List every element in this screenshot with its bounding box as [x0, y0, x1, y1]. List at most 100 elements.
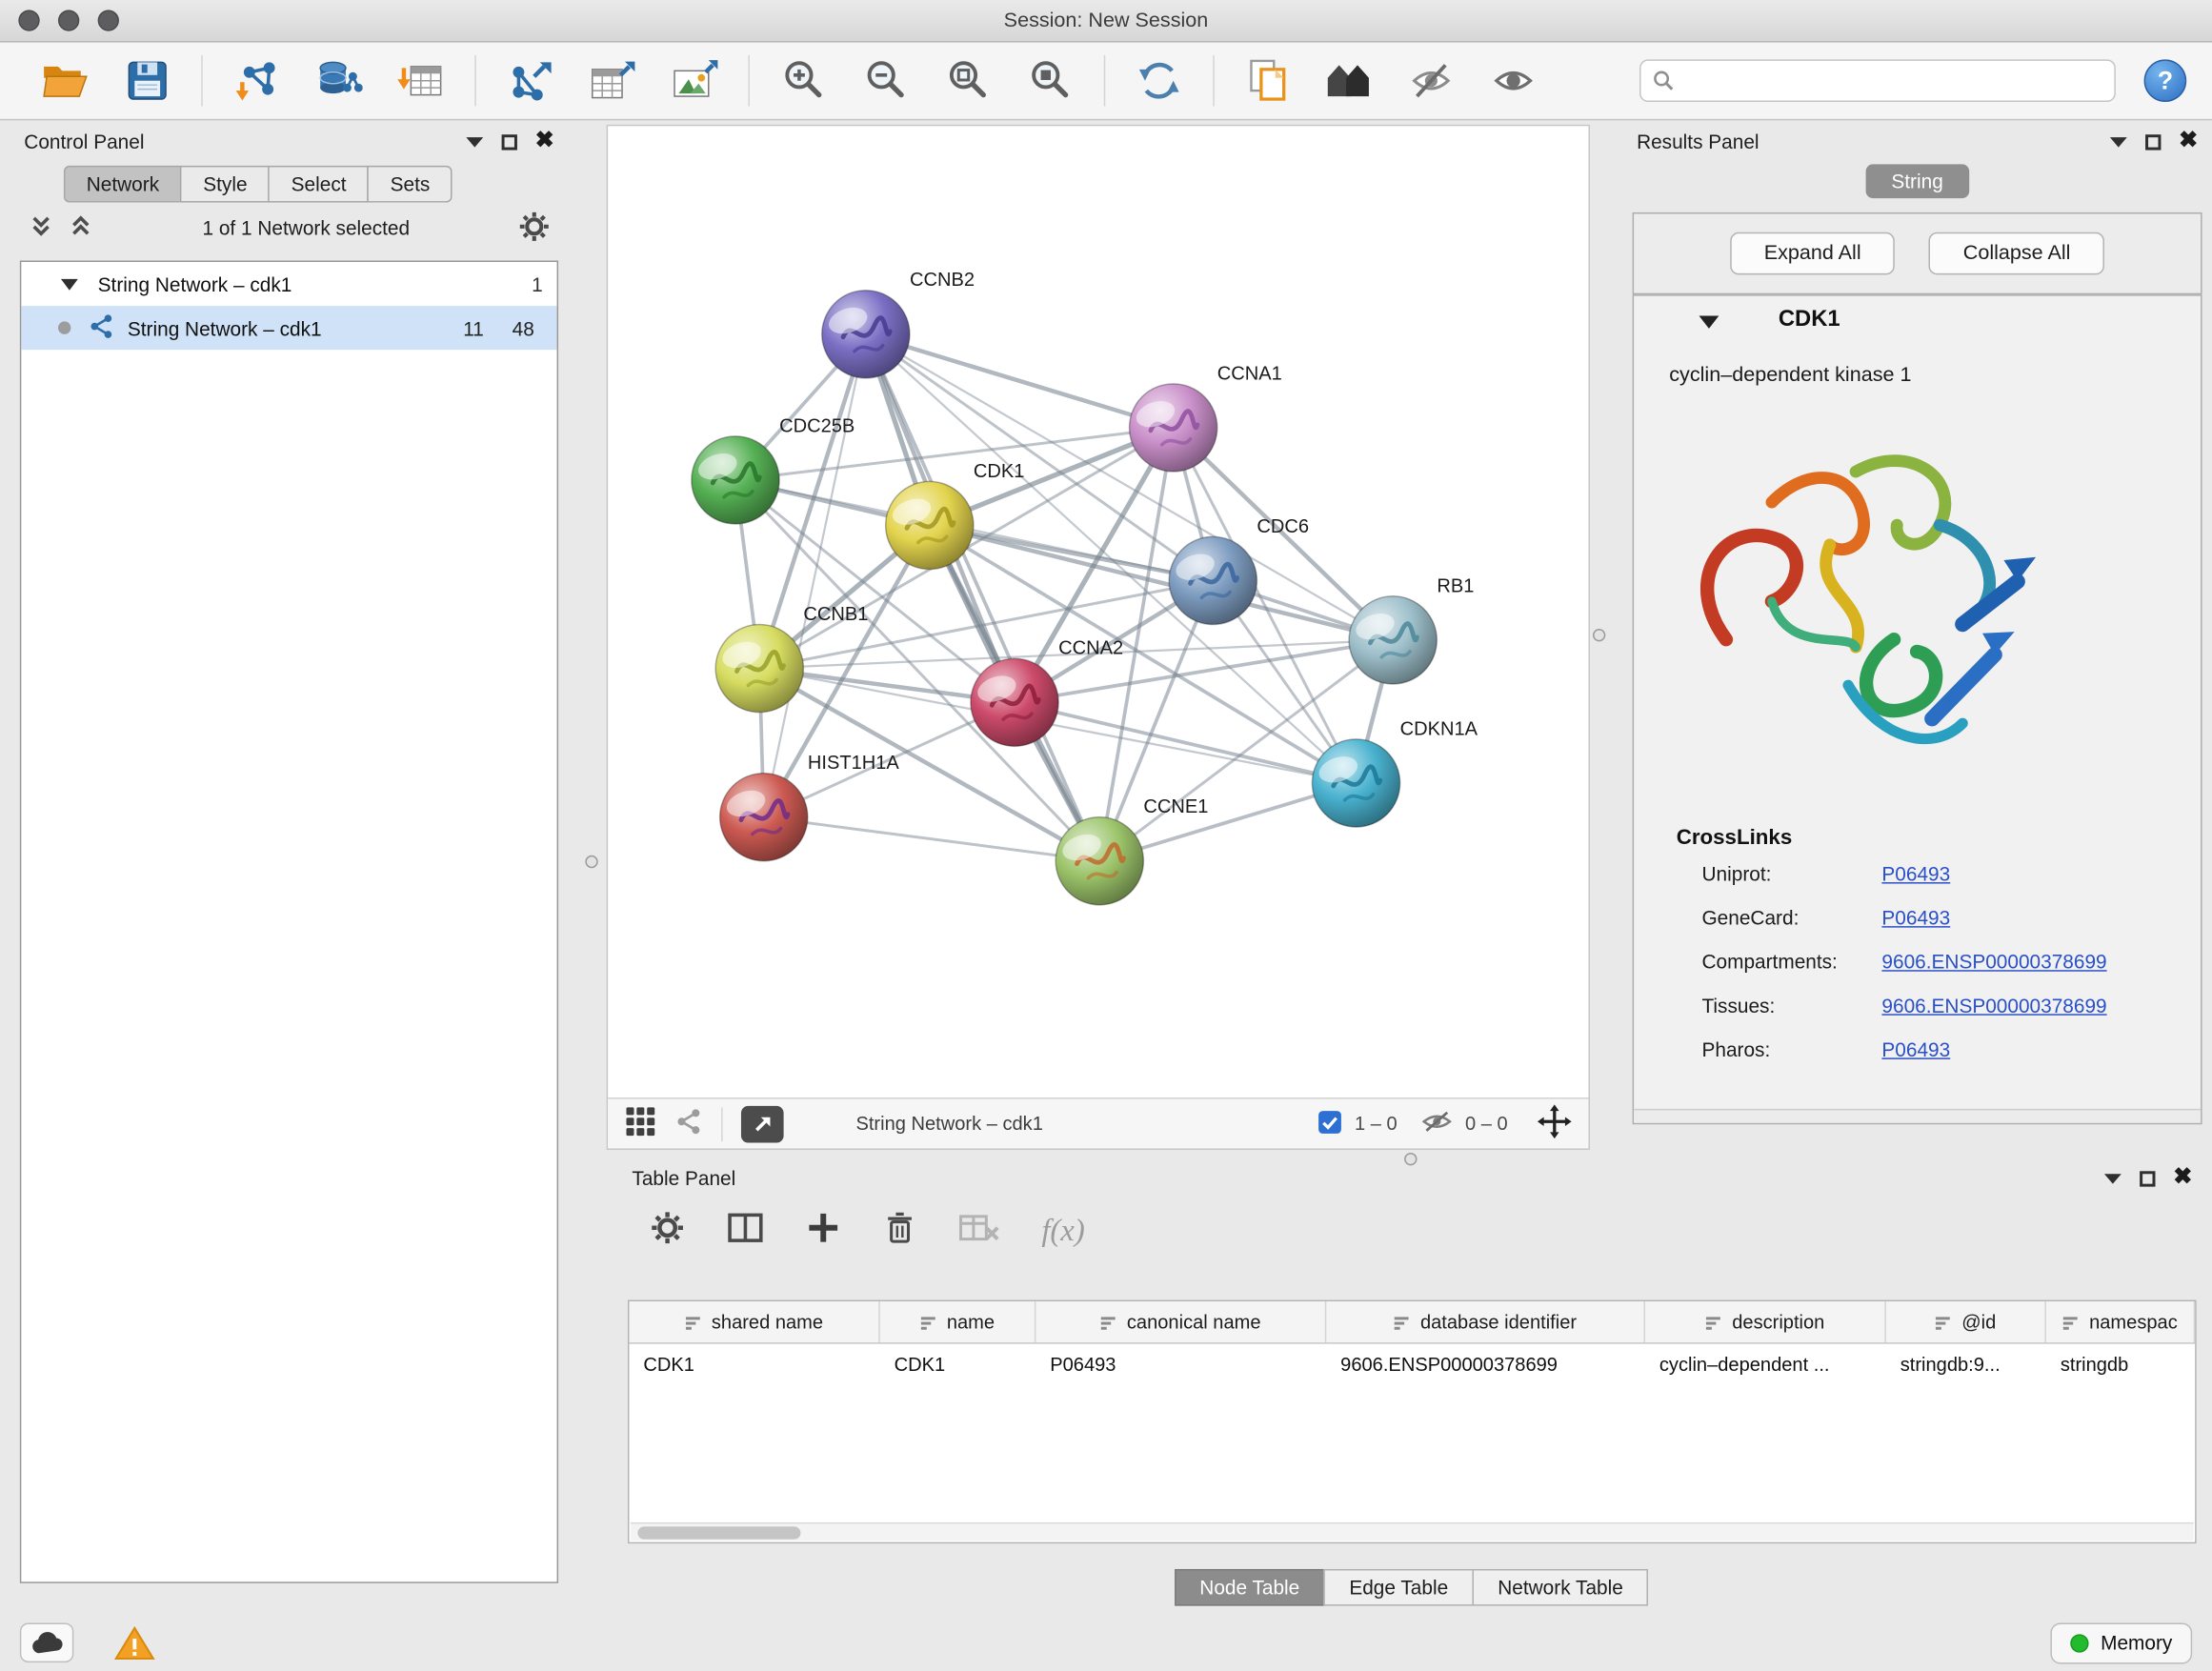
panel-close-icon[interactable]: ✖: [2173, 1167, 2192, 1190]
network-node-CCNE1[interactable]: [1056, 817, 1143, 905]
crosslink-link[interactable]: P06493: [1881, 1038, 1950, 1061]
splitter-handle[interactable]: [585, 856, 597, 868]
crosslink-link[interactable]: 9606.ENSP00000378699: [1881, 994, 2106, 1017]
network-node-CCNB2[interactable]: [822, 291, 910, 378]
column-header[interactable]: canonical name: [1036, 1301, 1326, 1342]
minimize-window-button[interactable]: [58, 10, 79, 30]
selected-checkbox-icon[interactable]: [1317, 1110, 1341, 1138]
network-node-RB1[interactable]: [1349, 596, 1437, 684]
copy-document-icon[interactable]: [1237, 51, 1299, 111]
tab-select[interactable]: Select: [269, 166, 369, 203]
panel-float-icon[interactable]: [2140, 1171, 2155, 1186]
table-row[interactable]: CDK1 CDK1 P06493 9606.ENSP00000378699 cy…: [629, 1344, 2195, 1384]
clear-table-icon[interactable]: [959, 1210, 999, 1251]
tree-expand-icon[interactable]: [61, 278, 78, 290]
horizontal-scrollbar[interactable]: [631, 1522, 2194, 1540]
collapse-all-tree-icon[interactable]: [29, 213, 54, 243]
export-network-icon[interactable]: [499, 51, 561, 111]
network-node-HIST1H1A[interactable]: [720, 774, 808, 861]
zoom-in-icon[interactable]: [773, 51, 835, 111]
import-database-icon[interactable]: [308, 51, 370, 111]
network-share-view-icon[interactable]: [674, 1107, 703, 1139]
network-node-CDKN1A[interactable]: [1312, 739, 1399, 827]
network-node-CCNA2[interactable]: [971, 658, 1058, 746]
cloud-icon[interactable]: [20, 1622, 74, 1662]
search-input[interactable]: [1685, 70, 2103, 91]
zoom-out-icon[interactable]: [855, 51, 916, 111]
network-collection-row[interactable]: String Network – cdk1 1: [21, 262, 556, 306]
panel-close-icon[interactable]: ✖: [2179, 131, 2198, 153]
delete-column-icon[interactable]: [883, 1209, 917, 1253]
table-cell[interactable]: 9606.ENSP00000378699: [1326, 1353, 1645, 1374]
table-gear-icon[interactable]: [651, 1210, 685, 1251]
network-node-CDC6[interactable]: [1169, 536, 1257, 624]
network-node-CDK1[interactable]: [886, 481, 974, 569]
save-session-icon[interactable]: [116, 51, 178, 111]
column-header[interactable]: description: [1645, 1301, 1886, 1342]
help-button[interactable]: ?: [2144, 59, 2187, 102]
string-tab-badge[interactable]: String: [1866, 164, 1969, 198]
tab-sets[interactable]: Sets: [368, 166, 452, 203]
maximize-window-button[interactable]: [98, 10, 119, 30]
refresh-icon[interactable]: [1128, 51, 1190, 111]
warning-icon[interactable]: [108, 1621, 162, 1664]
crosslink-link[interactable]: P06493: [1881, 862, 1950, 885]
export-table-icon[interactable]: [581, 51, 643, 111]
function-builder-icon[interactable]: f(x): [1041, 1212, 1084, 1249]
splitter-handle[interactable]: [1593, 629, 1605, 641]
birds-eye-toggle-button[interactable]: [741, 1105, 784, 1142]
panel-float-icon[interactable]: [2144, 133, 2160, 149]
add-column-icon[interactable]: [806, 1210, 840, 1251]
scrollbar-thumb[interactable]: [637, 1526, 800, 1539]
column-header[interactable]: shared name: [629, 1301, 879, 1342]
column-header[interactable]: namespac: [2046, 1301, 2195, 1342]
tab-edge-table[interactable]: Edge Table: [1324, 1569, 1474, 1606]
table-cell[interactable]: cyclin–dependent ...: [1645, 1353, 1886, 1374]
show-all-icon[interactable]: [1483, 51, 1545, 111]
zoom-selected-icon[interactable]: [1019, 51, 1081, 111]
collapse-all-button[interactable]: Collapse All: [1929, 232, 2104, 275]
column-header[interactable]: database identifier: [1326, 1301, 1645, 1342]
panel-menu-icon[interactable]: [2103, 1174, 2121, 1183]
close-window-button[interactable]: [18, 10, 39, 30]
memory-button[interactable]: Memory: [2051, 1622, 2192, 1663]
column-header[interactable]: @id: [1886, 1301, 2046, 1342]
table-cell[interactable]: P06493: [1036, 1353, 1326, 1374]
network-graph[interactable]: CCNB2CCNA1CDC25BCDK1CDC6RB1CCNB1CCNA2CDK…: [608, 126, 1591, 1097]
gene-collapse-icon[interactable]: [1699, 315, 1719, 328]
network-row[interactable]: String Network – cdk1 11 48: [21, 306, 556, 350]
home-icon[interactable]: [1319, 51, 1381, 111]
results-scrollbar[interactable]: [1634, 1109, 2201, 1123]
import-network-icon[interactable]: [226, 51, 288, 111]
zoom-fit-icon[interactable]: [936, 51, 998, 111]
table-cell[interactable]: CDK1: [629, 1353, 879, 1374]
export-image-icon[interactable]: [663, 51, 725, 111]
tab-style[interactable]: Style: [180, 166, 270, 203]
tab-network[interactable]: Network: [64, 166, 182, 203]
panel-float-icon[interactable]: [501, 133, 516, 149]
table-cell[interactable]: CDK1: [880, 1353, 1036, 1374]
table-cell[interactable]: stringdb: [2046, 1353, 2195, 1374]
open-session-icon[interactable]: [34, 51, 96, 111]
splitter-handle[interactable]: [1404, 1153, 1417, 1165]
crosslink-link[interactable]: P06493: [1881, 906, 1950, 929]
tab-network-table[interactable]: Network Table: [1472, 1569, 1648, 1606]
hide-selected-icon[interactable]: [1401, 51, 1463, 111]
network-node-CCNA1[interactable]: [1130, 384, 1217, 472]
show-columns-icon[interactable]: [727, 1210, 764, 1251]
tab-node-table[interactable]: Node Table: [1175, 1569, 1326, 1606]
hidden-eye-slash-icon[interactable]: [1421, 1109, 1453, 1138]
network-node-CDC25B[interactable]: [692, 436, 779, 524]
pan-crosshair-icon[interactable]: [1538, 1104, 1572, 1142]
panel-close-icon[interactable]: ✖: [535, 131, 554, 153]
import-table-icon[interactable]: [390, 51, 452, 111]
expand-all-tree-icon[interactable]: [68, 213, 93, 243]
gear-icon[interactable]: [518, 211, 550, 246]
panel-menu-icon[interactable]: [2109, 136, 2126, 146]
expand-all-button[interactable]: Expand All: [1730, 232, 1895, 275]
grid-view-icon[interactable]: [625, 1106, 656, 1141]
column-header[interactable]: name: [880, 1301, 1036, 1342]
panel-menu-icon[interactable]: [466, 136, 483, 146]
network-node-CCNB1[interactable]: [715, 625, 803, 713]
crosslink-link[interactable]: 9606.ENSP00000378699: [1881, 950, 2106, 973]
